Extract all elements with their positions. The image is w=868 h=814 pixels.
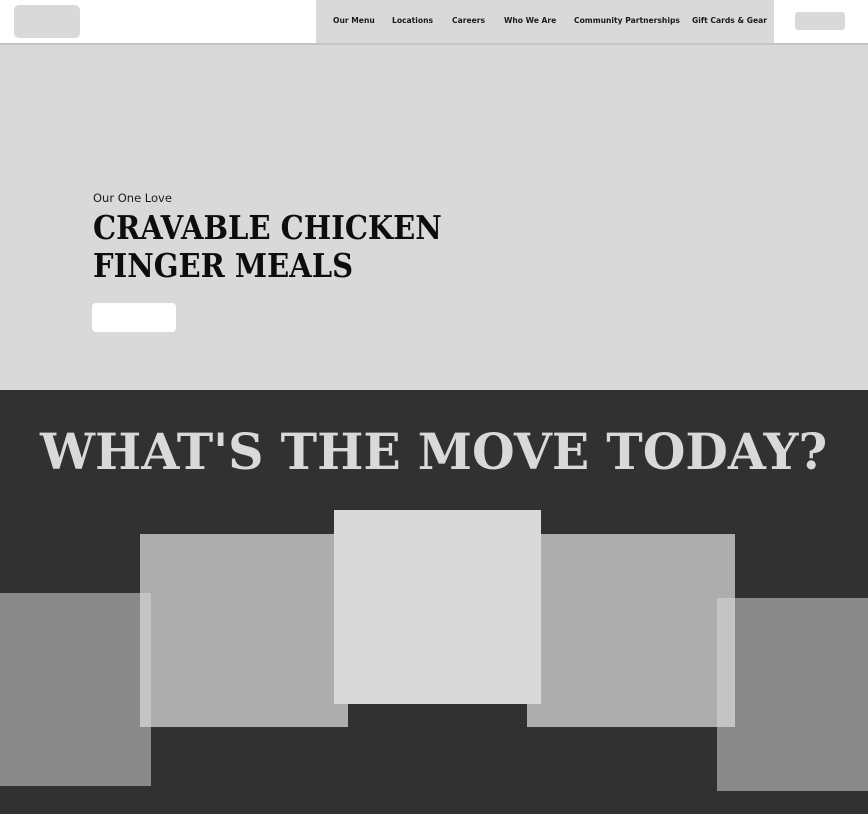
nav-item-careers[interactable]: Careers	[452, 15, 485, 27]
carousel-card-far-left[interactable]	[0, 593, 151, 786]
hero-eyebrow: Our One Love	[93, 191, 172, 205]
move-section: WHAT'S THE MOVE TODAY?	[0, 390, 868, 814]
logo-placeholder[interactable]	[14, 5, 80, 38]
nav-item-community-partnerships[interactable]: Community Partnerships	[574, 15, 680, 27]
hero-section: Our One Love CRAVABLE CHICKEN FINGER MEA…	[0, 43, 868, 390]
carousel-card-left[interactable]	[140, 534, 348, 727]
carousel-overlap-left	[140, 593, 151, 727]
hero-title: CRAVABLE CHICKEN FINGER MEALS	[93, 209, 463, 285]
move-heading-text: WHAT'S THE MOVE TODAY?	[40, 422, 828, 481]
carousel-card-far-right[interactable]	[717, 598, 868, 791]
carousel-card-right[interactable]	[527, 534, 735, 727]
header-action-button[interactable]	[795, 12, 845, 30]
hero-title-line-1: CRAVABLE CHICKEN	[93, 208, 442, 247]
site-header: Our Menu Locations Careers Who We Are Co…	[0, 0, 868, 43]
hero-cta-button[interactable]	[92, 303, 176, 332]
nav-item-our-menu[interactable]: Our Menu	[333, 15, 375, 27]
page: Our Menu Locations Careers Who We Are Co…	[0, 0, 868, 814]
carousel-overlap-right	[717, 598, 735, 727]
carousel-card-center[interactable]	[334, 510, 541, 704]
hero-title-line-2: FINGER MEALS	[93, 246, 354, 285]
nav-item-who-we-are[interactable]: Who We Are	[504, 15, 556, 27]
move-heading: WHAT'S THE MOVE TODAY?	[0, 424, 868, 480]
nav-item-gift-cards-gear[interactable]: Gift Cards & Gear	[692, 15, 767, 27]
main-nav: Our Menu Locations Careers Who We Are Co…	[316, 0, 774, 43]
nav-item-locations[interactable]: Locations	[392, 15, 433, 27]
